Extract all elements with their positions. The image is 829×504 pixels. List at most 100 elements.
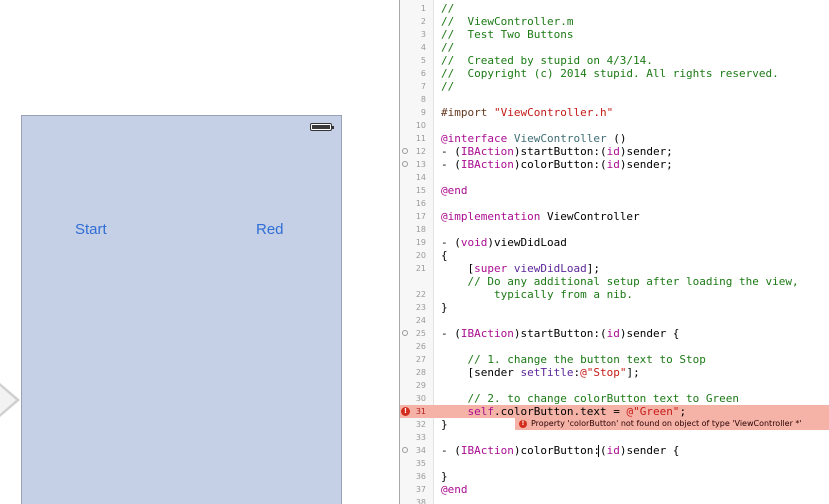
code-line[interactable]: 5 // Created by stupid on 4/3/14. <box>400 54 829 67</box>
code-line[interactable]: 26 <box>400 340 829 353</box>
line-number: 36 <box>415 472 426 481</box>
code-line[interactable]: 30 // 2. to change colorButton text to G… <box>400 392 829 405</box>
code-text[interactable]: - (IBAction)startButton:(id)sender { <box>441 327 679 340</box>
code-text[interactable]: // 2. to change colorButton text to Gree… <box>441 392 740 405</box>
code-text[interactable]: - (IBAction)startButton:(id)sender; <box>441 145 673 158</box>
line-number: 28 <box>415 368 426 377</box>
code-text[interactable]: - (IBAction)colorButton:(id)sender { <box>441 444 679 457</box>
code-line[interactable]: 16 <box>400 197 829 210</box>
code-text[interactable]: [super viewDidLoad]; <box>441 262 600 275</box>
code-text[interactable]: // 1. change the button text to Stop <box>441 353 706 366</box>
code-text[interactable]: // <box>441 80 454 93</box>
view-controller-scene[interactable]: Start Red <box>21 115 342 504</box>
line-number: 23 <box>415 303 426 312</box>
code-line[interactable]: 24 <box>400 314 829 327</box>
code-text[interactable]: [sender setTitle:@"Stop"]; <box>441 366 639 379</box>
line-number: 4 <box>420 43 426 52</box>
code-text[interactable]: // <box>441 2 454 15</box>
error-icon: ! <box>519 419 527 428</box>
line-number: 31 <box>415 407 426 416</box>
code-text[interactable]: // Do any additional setup after loading… <box>441 275 799 301</box>
line-number: 20 <box>415 251 426 260</box>
code-line[interactable]: 11 @interface ViewController () <box>400 132 829 145</box>
error-message-text: Property 'colorButton' not found on obje… <box>531 419 802 428</box>
code-text[interactable]: #import "ViewController.h" <box>441 106 613 119</box>
code-line[interactable]: 13 - (IBAction)colorButton:(id)sender; <box>400 158 829 171</box>
line-number: 27 <box>415 355 426 364</box>
line-number: 7 <box>420 82 426 91</box>
code-line[interactable]: 9 #import "ViewController.h" <box>400 106 829 119</box>
code-line[interactable]: 25 - (IBAction)startButton:(id)sender { <box>400 327 829 340</box>
line-number: 15 <box>415 186 426 195</box>
code-text[interactable]: @end <box>441 184 468 197</box>
line-number: 22 <box>415 290 426 299</box>
code-text[interactable]: - (IBAction)colorButton:(id)sender; <box>441 158 673 171</box>
red-button[interactable]: Red <box>256 221 284 238</box>
line-number: 29 <box>415 381 426 390</box>
code-line[interactable]: 21 [super viewDidLoad]; <box>400 262 829 275</box>
code-text[interactable]: @implementation ViewController <box>441 210 640 223</box>
line-number: 21 <box>415 264 426 273</box>
code-line[interactable]: 7 // <box>400 80 829 93</box>
code-text[interactable]: // Copyright (c) 2014 stupid. All rights… <box>441 67 779 80</box>
battery-icon <box>310 123 334 131</box>
code-line[interactable]: 12 - (IBAction)startButton:(id)sender; <box>400 145 829 158</box>
code-line[interactable]: 17 @implementation ViewController <box>400 210 829 223</box>
line-number: 34 <box>415 446 426 455</box>
line-number: 26 <box>415 342 426 351</box>
code-line[interactable]: 6 // Copyright (c) 2014 stupid. All right… <box>400 67 829 80</box>
code-line[interactable]: 15 @end <box>400 184 829 197</box>
line-number: 19 <box>415 238 426 247</box>
line-number: 11 <box>415 134 426 143</box>
code-line[interactable]: 33 <box>400 431 829 444</box>
code-line[interactable]: 18 <box>400 223 829 236</box>
code-line[interactable]: 3 // Test Two Buttons <box>400 28 829 41</box>
code-text[interactable]: - (void)viewDidLoad <box>441 236 567 249</box>
line-number: 38 <box>415 498 426 504</box>
code-text[interactable]: } <box>441 470 448 483</box>
code-line[interactable]: 22 // Do any additional setup after load… <box>400 275 829 301</box>
code-line[interactable]: 23} <box>400 301 829 314</box>
code-line[interactable]: 29 <box>400 379 829 392</box>
code-line[interactable]: 27 // 1. change the button text to Stop <box>400 353 829 366</box>
code-line[interactable]: 10 <box>400 119 829 132</box>
code-line[interactable]: 4 // <box>400 41 829 54</box>
code-line[interactable]: 2 // ViewController.m <box>400 15 829 28</box>
code-text[interactable]: { <box>441 249 448 262</box>
code-line[interactable]: 37 @end <box>400 483 829 496</box>
code-line[interactable]: 28 [sender setTitle:@"Stop"]; <box>400 366 829 379</box>
line-number: 17 <box>415 212 426 221</box>
line-number: 2 <box>420 17 426 26</box>
line-number: 13 <box>415 160 426 169</box>
code-line[interactable]: 36} <box>400 470 829 483</box>
code-text[interactable]: @interface ViewController () <box>441 132 626 145</box>
code-text[interactable]: // Created by stupid on 4/3/14. <box>441 54 653 67</box>
storyboard-canvas[interactable]: Start Red <box>0 0 399 504</box>
code-line[interactable]: 34 - (IBAction)colorButton:(id)sender { <box>400 444 829 457</box>
line-number: 3 <box>420 30 426 39</box>
code-text[interactable]: @end <box>441 483 468 496</box>
code-text[interactable]: } <box>441 418 448 431</box>
code-text[interactable]: } <box>441 301 448 314</box>
code-text[interactable]: // Test Two Buttons <box>441 28 573 41</box>
code-line[interactable]: 20 { <box>400 249 829 262</box>
start-button[interactable]: Start <box>75 221 107 238</box>
line-number: 12 <box>415 147 426 156</box>
line-number: 25 <box>415 329 426 338</box>
code-line[interactable]: 19 - (void)viewDidLoad <box>400 236 829 249</box>
line-number: 32 <box>415 420 426 429</box>
line-number: 6 <box>420 69 426 78</box>
inline-error-message[interactable]: ! Property 'colorButton' not found on obj… <box>515 417 829 430</box>
code-editor[interactable]: 1 // 2 // ViewController.m 3 // Test Two Butt… <box>400 0 829 504</box>
code-line[interactable]: 1 // <box>400 2 829 15</box>
line-number: 33 <box>415 433 426 442</box>
code-text[interactable]: // <box>441 41 454 54</box>
code-line[interactable]: 8 <box>400 93 829 106</box>
code-line[interactable]: 38 <box>400 496 829 504</box>
code-line[interactable]: 14 <box>400 171 829 184</box>
line-number: 30 <box>415 394 426 403</box>
code-text[interactable]: // ViewController.m <box>441 15 573 28</box>
code-line[interactable]: 35 <box>400 457 829 470</box>
text-cursor <box>598 445 599 457</box>
line-number: 8 <box>420 95 426 104</box>
